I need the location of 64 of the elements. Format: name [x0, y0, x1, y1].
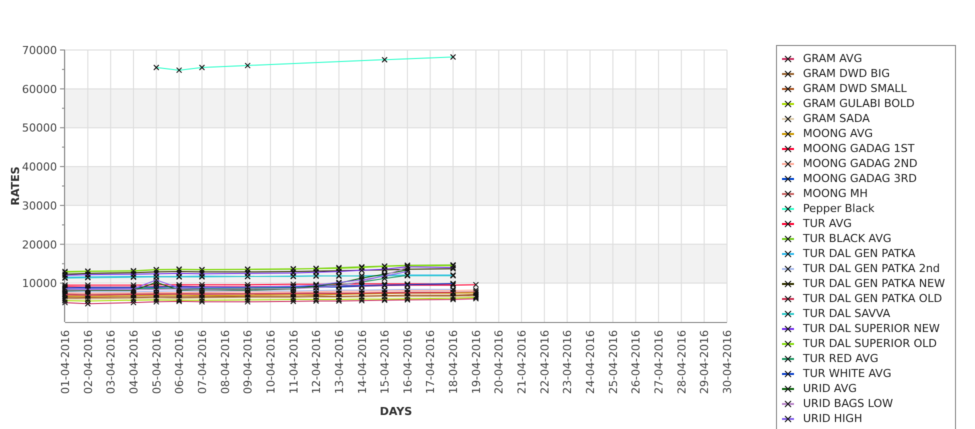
tick-label: 26-04-2016: [630, 330, 643, 394]
tick-label: 24-04-2016: [584, 330, 598, 394]
axis-title: DAYS: [380, 405, 412, 418]
legend-label: TUR DAL SUPERIOR OLD: [803, 336, 937, 351]
legend-label: GRAM AVG: [803, 51, 862, 66]
tick-label: 60000: [22, 82, 57, 96]
legend-label: URID BAGS LOW: [803, 396, 894, 411]
tick-label: 22-04-2016: [538, 330, 552, 394]
legend-label: TUR AVG: [803, 216, 852, 231]
legend-label: URID AVG: [803, 381, 857, 396]
tick-label: 17-04-2016: [424, 330, 438, 394]
legend-label: TUR DAL GEN PATKA NEW: [803, 276, 945, 291]
tick-label: 02-04-2016: [82, 330, 95, 394]
tick-label: 27-04-2016: [652, 330, 666, 394]
legend-label: MOONG GADAG 3RD: [803, 171, 917, 186]
legend-label: TUR DAL GEN PATKA: [803, 246, 916, 261]
tick-label: 19-04-2016: [470, 330, 483, 394]
tick-label: 23-04-2016: [561, 330, 574, 394]
tick-label: 20000: [22, 238, 57, 252]
legend-label: MOONG GADAG 2ND: [803, 156, 918, 171]
axis-title: RATES: [9, 166, 22, 206]
tick-label: 10-04-2016: [264, 330, 278, 394]
legend-label: TUR DAL SAVVA: [803, 306, 890, 321]
tick-label: 20-04-2016: [492, 330, 506, 394]
legend-label: TUR BLACK AVG: [803, 231, 892, 246]
tick-label: 07-04-2016: [196, 330, 209, 394]
legend-label: MOONG MH: [803, 186, 868, 201]
tick-label: 10000: [22, 277, 57, 290]
tick-label: 29-04-2016: [698, 330, 712, 394]
tick-label: 25-04-2016: [606, 330, 620, 394]
legend-label: TUR WHITE AVG: [803, 366, 892, 381]
tick-label: 05-04-2016: [150, 330, 164, 394]
tick-label: 13-04-2016: [332, 330, 346, 394]
tick-label: 30000: [22, 199, 57, 212]
legend-label: GRAM SADA: [803, 111, 870, 126]
tick-label: 30-04-2016: [721, 330, 734, 394]
legend-label: MOONG GADAG 1ST: [803, 141, 914, 156]
tick-label: 28-04-2016: [675, 330, 688, 394]
tick-label: 14-04-2016: [356, 330, 369, 394]
legend-label: TUR DAL GEN PATKA OLD: [803, 291, 942, 306]
tick-label: 15-04-2016: [378, 330, 392, 394]
tick-label: 04-04-2016: [127, 330, 140, 394]
legend-label: TUR DAL GEN PATKA 2nd: [803, 261, 940, 276]
legend-label: URID HIGH: [803, 411, 862, 426]
legend-label: GRAM DWD SMALL: [803, 81, 907, 96]
tick-label: 01-04-2016: [59, 330, 72, 394]
legend-label: Pepper Black: [803, 201, 875, 216]
tick-label: 21-04-2016: [516, 330, 529, 394]
legend-label: TUR DAL SUPERIOR NEW: [803, 321, 940, 336]
tick-label: 03-04-2016: [104, 330, 118, 394]
tick-label: 70000: [22, 44, 57, 57]
tick-label: 09-04-2016: [242, 330, 255, 394]
tick-label: 50000: [22, 122, 57, 135]
tick-label: 40000: [22, 160, 57, 174]
tick-label: 12-04-2016: [310, 330, 324, 394]
tick-label: 06-04-2016: [173, 330, 186, 394]
tick-label: 16-04-2016: [401, 330, 414, 394]
legend-label: TUR RED AVG: [803, 351, 878, 366]
tick-label: 11-04-2016: [287, 330, 300, 394]
legend-label: MOONG AVG: [803, 126, 873, 141]
tick-label: 08-04-2016: [218, 330, 232, 394]
legend-label: GRAM GULABI BOLD: [803, 96, 915, 111]
tick-label: 18-04-2016: [447, 330, 460, 394]
legend-label: GRAM DWD BIG: [803, 66, 890, 81]
